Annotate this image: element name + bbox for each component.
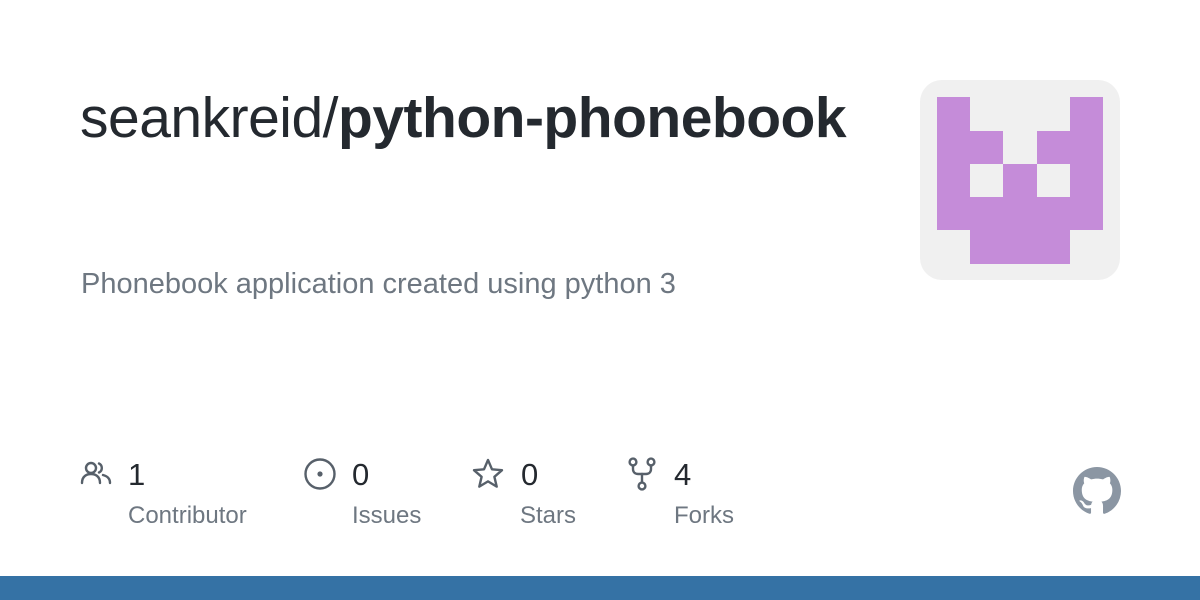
- forks-count: 4: [674, 457, 692, 492]
- repo-name[interactable]: python-phonebook: [338, 86, 847, 150]
- issues-label: Issues: [352, 502, 422, 529]
- stars-count: 0: [521, 457, 539, 492]
- contributors-label: Contributor: [128, 502, 247, 529]
- forks-label: Forks: [674, 502, 734, 529]
- people-icon: [80, 457, 112, 494]
- contributors-count: 1: [128, 457, 146, 492]
- repo-description: Phonebook application created using pyth…: [81, 268, 676, 300]
- repo-title: seankreid/python-phonebook: [80, 82, 880, 154]
- issues-count: 0: [352, 457, 370, 492]
- repo-owner[interactable]: seankreid/: [80, 86, 339, 150]
- identicon: [937, 97, 1103, 264]
- github-logo-icon[interactable]: [1073, 467, 1121, 520]
- star-icon: [471, 457, 505, 496]
- fork-icon: [626, 457, 658, 496]
- stars-label: Stars: [520, 502, 577, 529]
- issue-icon: [303, 457, 337, 496]
- owner-avatar[interactable]: [920, 80, 1120, 280]
- language-color-bar: [0, 576, 1200, 600]
